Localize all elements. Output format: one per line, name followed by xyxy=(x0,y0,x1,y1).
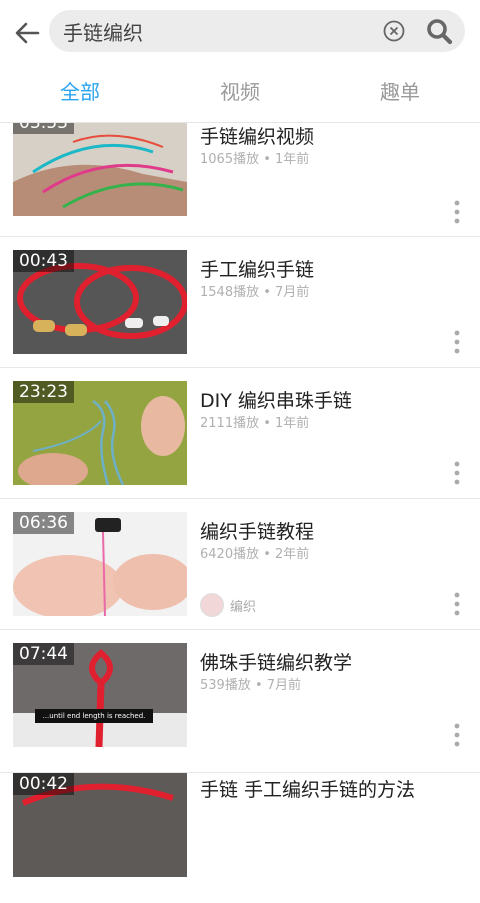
search-input[interactable] xyxy=(63,10,363,52)
vertical-dots-icon[interactable] xyxy=(454,330,460,354)
duration-badge: 00:42 xyxy=(13,773,74,795)
list-item[interactable]: 00:42 手链 手工编织手链的方法 xyxy=(0,773,480,903)
video-title: 手链编织视频 xyxy=(200,126,315,148)
video-meta: 2111播放 • 1年前 xyxy=(200,416,310,431)
tab-list[interactable]: 趣单 xyxy=(320,72,480,112)
list-item[interactable]: 07:44 ...until end length is reached. 佛珠… xyxy=(0,630,480,773)
video-thumbnail[interactable]: 23:23 xyxy=(13,381,187,485)
list-item[interactable]: 06:36 编织手链教程 6420播放 • 2年前 编织 xyxy=(0,499,480,630)
vertical-dots-icon[interactable] xyxy=(454,461,460,485)
tab-video[interactable]: 视频 xyxy=(160,72,320,112)
video-meta: 1065播放 • 1年前 xyxy=(200,152,310,167)
video-thumbnail[interactable]: 06:36 xyxy=(13,512,187,616)
video-thumbnail[interactable]: 00:42 xyxy=(13,773,187,877)
tab-all[interactable]: 全部 xyxy=(0,72,160,112)
author-name: 编织 xyxy=(230,599,257,615)
list-item[interactable]: 23:23 DIY 编织串珠手链 2111播放 • 1年前 xyxy=(0,368,480,499)
search-bar xyxy=(49,10,465,52)
video-caption: ...until end length is reached. xyxy=(42,712,146,720)
video-title: 佛珠手链编织教学 xyxy=(200,652,353,674)
video-age: 7月前 xyxy=(275,285,310,300)
avatar xyxy=(200,593,224,617)
duration-badge: 07:44 xyxy=(13,643,74,665)
video-title: 编织手链教程 xyxy=(200,521,315,543)
video-thumbnail[interactable]: 00:43 xyxy=(13,250,187,354)
play-count: 539播放 xyxy=(200,678,251,693)
video-title: 手链 手工编织手链的方法 xyxy=(200,779,416,801)
video-age: 7月前 xyxy=(266,678,302,693)
arrow-left-icon[interactable] xyxy=(12,18,42,48)
search-icon[interactable] xyxy=(425,17,453,45)
vertical-dots-icon[interactable] xyxy=(454,723,460,747)
duration-badge: 06:36 xyxy=(13,512,74,534)
list-item[interactable]: 00:43 手工编织手链 1548播放 • 7月前 xyxy=(0,237,480,368)
video-thumbnail[interactable]: 07:44 ...until end length is reached. xyxy=(13,643,187,747)
play-count: 1548播放 xyxy=(200,285,260,300)
video-list: 03:53 手链编织视频 1065播放 • 1年前 00:43 手工编织手链 1 xyxy=(0,112,480,903)
video-age: 1年前 xyxy=(275,416,310,431)
video-thumbnail[interactable]: 03:53 xyxy=(13,112,187,216)
vertical-dots-icon[interactable] xyxy=(454,592,460,616)
video-meta: 1548播放 • 7月前 xyxy=(200,285,310,300)
duration-badge: 00:43 xyxy=(13,250,74,272)
video-meta: 6420播放 • 2年前 xyxy=(200,547,310,562)
video-age: 1年前 xyxy=(275,152,310,167)
video-title: DIY 编织串珠手链 xyxy=(200,390,352,412)
circle-x-icon[interactable] xyxy=(383,20,405,42)
author-info[interactable]: 编织 xyxy=(200,593,256,617)
play-count: 2111播放 xyxy=(200,416,260,431)
header: 全部 视频 趣单 xyxy=(0,0,480,123)
vertical-dots-icon[interactable] xyxy=(454,200,460,224)
duration-badge: 23:23 xyxy=(13,381,74,403)
video-meta: 539播放 • 7月前 xyxy=(200,678,302,693)
video-title: 手工编织手链 xyxy=(200,259,315,281)
play-count: 6420播放 xyxy=(200,547,260,562)
list-item[interactable]: 03:53 手链编织视频 1065播放 • 1年前 xyxy=(0,112,480,237)
tab-bar: 全部 视频 趣单 xyxy=(0,72,480,112)
video-age: 2年前 xyxy=(275,547,310,562)
play-count: 1065播放 xyxy=(200,152,260,167)
